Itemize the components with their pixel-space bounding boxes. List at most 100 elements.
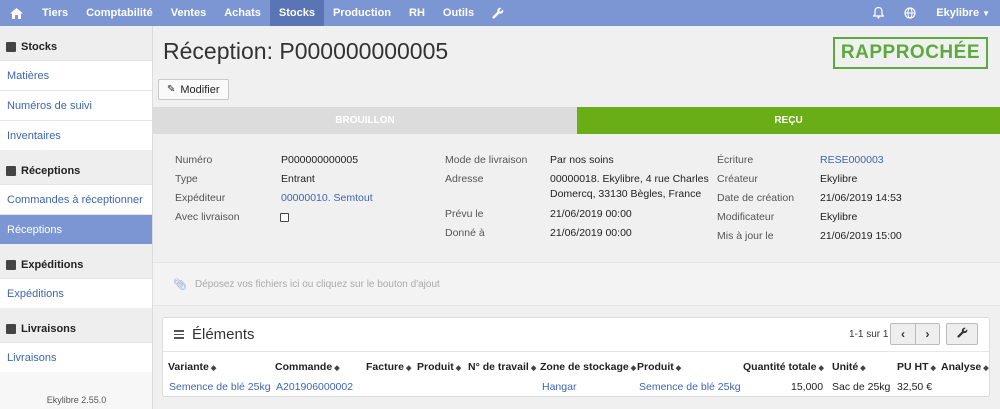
step-recu[interactable]: REÇU — [577, 107, 1000, 134]
table-settings-button[interactable] — [946, 323, 978, 345]
field-value-donne-a: 21/06/2019 00:00 — [550, 227, 632, 239]
column-header-produit-2[interactable]: Produit ◆ — [637, 361, 681, 373]
paperclip-icon: 📎︎ — [173, 278, 187, 291]
nav-outils[interactable]: Outils — [434, 0, 483, 26]
column-header-n-travail[interactable]: N° de travail ◆ — [468, 361, 536, 373]
column-header-analyse[interactable]: Analyse ◆ — [941, 361, 989, 373]
home-icon[interactable] — [0, 0, 33, 26]
pagination-buttons: ‹ › — [890, 323, 940, 345]
field-label-modificateur: Modificateur — [717, 211, 775, 223]
sidebar-item-inventaires[interactable]: Inventaires — [0, 120, 152, 150]
cell-pu-ht: 32,50 € — [897, 381, 933, 393]
field-value-mode-livraison: Par nos soins — [550, 154, 614, 166]
pagination-info: 1-1 sur 1 — [849, 329, 889, 340]
truck-icon — [6, 260, 16, 270]
column-header-unite[interactable]: Unité ◆ — [832, 361, 866, 373]
column-header-produit[interactable]: Produit ◆ — [417, 361, 461, 373]
field-value-type: Entrant — [281, 173, 315, 185]
field-value-date-creation: 21/06/2019 14:53 — [820, 192, 902, 204]
wrench-icon[interactable] — [483, 0, 513, 26]
avec-livraison-checkbox[interactable] — [280, 213, 289, 222]
sidebar-item-expeditions[interactable]: Expéditions — [0, 278, 152, 308]
nav-ventes[interactable]: Ventes — [162, 0, 215, 26]
main-content: Réception: P000000000005 RAPPROCHÉE ✎ Mo… — [153, 26, 1000, 409]
column-header-variante[interactable]: Variante ◆ — [168, 361, 216, 373]
field-value-modificateur: Ekylibre — [820, 211, 858, 223]
nav-stocks[interactable]: Stocks — [269, 0, 324, 26]
dropzone-text: Déposez vos fichiers ici ou cliquez sur … — [194, 278, 440, 290]
elements-panel-header: Éléments 1-1 sur 1 ‹ › — [163, 318, 989, 352]
field-value-ecriture-link[interactable]: RESE000003 — [820, 154, 884, 166]
nav-comptabilite[interactable]: Comptabilité — [77, 0, 162, 26]
sidebar-item-matieres[interactable]: Matières — [0, 60, 152, 90]
step-brouillon[interactable]: BROUILLON — [153, 107, 577, 134]
chevron-down-icon: ▼ — [982, 8, 990, 18]
cell-produit-link[interactable]: Semence de blé 25kg — [639, 381, 741, 393]
field-value-expediteur-link[interactable]: 00000010. Semtout — [281, 192, 373, 204]
divider — [0, 26, 152, 34]
column-header-pu-ht[interactable]: PU HT ◆ — [897, 361, 936, 373]
state-progress: BROUILLON REÇU — [153, 107, 1000, 134]
cell-variante-link[interactable]: Semence de blé 25kg — [169, 381, 271, 393]
cell-unite: Sac de 25kg — [832, 381, 891, 393]
field-label-mis-a-jour: Mis à jour le — [717, 230, 774, 242]
divider — [0, 150, 152, 158]
sidebar-section-livraisons: Livraisons — [0, 316, 152, 342]
pencil-icon: ✎ — [167, 84, 176, 95]
field-label-ecriture: Écriture — [717, 154, 754, 166]
user-menu[interactable]: Ekylibre ▼ — [926, 0, 1000, 26]
field-value-numero: P000000000005 — [281, 154, 359, 166]
globe-icon[interactable] — [894, 0, 926, 26]
sidebar-section-label: Expéditions — [21, 259, 84, 271]
column-header-facture[interactable]: Facture ◆ — [366, 361, 411, 373]
sidebar-section-label: Livraisons — [21, 323, 77, 335]
previous-page-button[interactable]: ‹ — [891, 324, 915, 344]
details-panel: Numéro P000000000005 Type Entrant Expédi… — [153, 134, 1000, 254]
sidebar-item-livraisons[interactable]: Livraisons — [0, 342, 152, 372]
sidebar-item-numeros-suivi[interactable]: Numéros de suivi — [0, 90, 152, 120]
field-label-prevu-le: Prévu le — [445, 208, 484, 220]
field-label-expediteur: Expéditeur — [175, 192, 226, 204]
cell-zone-stockage-link[interactable]: Hangar — [542, 381, 576, 393]
column-header-zone-stockage[interactable]: Zone de stockage ◆ — [540, 361, 636, 373]
field-value-mis-a-jour: 21/06/2019 15:00 — [820, 230, 902, 242]
modify-button[interactable]: ✎ Modifier — [158, 79, 229, 100]
field-label-mode-livraison: Mode de livraison — [445, 154, 528, 166]
cell-commande-link[interactable]: A201906000002 — [276, 381, 353, 393]
page-title: Réception: P000000000005 — [163, 38, 449, 64]
field-label-donne-a: Donné à — [445, 227, 485, 239]
list-icon — [174, 330, 184, 339]
file-dropzone[interactable]: 📎︎ Déposez vos fichiers ici ou cliquez s… — [153, 262, 1000, 306]
column-header-commande[interactable]: Commande ◆ — [275, 361, 340, 373]
field-label-type: Type — [175, 173, 198, 185]
nav-achats[interactable]: Achats — [215, 0, 270, 26]
field-value-adresse-line1: 00000018. Ekylibre, 4 rue Charles — [550, 173, 709, 185]
bell-icon[interactable] — [863, 0, 894, 26]
truck-icon — [6, 324, 16, 334]
app-version: Ekylibre 2.55.0 — [46, 395, 107, 405]
sidebar-item-commandes[interactable]: Commandes à réceptionner — [0, 184, 152, 214]
truck-icon — [6, 166, 16, 176]
nav-rh[interactable]: RH — [400, 0, 434, 26]
nav-production[interactable]: Production — [324, 0, 400, 26]
field-value-prevu-le: 21/06/2019 00:00 — [550, 208, 632, 220]
top-navbar: Tiers Comptabilité Ventes Achats Stocks … — [0, 0, 1000, 26]
wrench-icon — [956, 327, 968, 341]
nav-tiers[interactable]: Tiers — [33, 0, 77, 26]
stocks-icon — [6, 42, 16, 52]
sidebar-section-label: Réceptions — [21, 165, 81, 177]
status-badge: RAPPROCHÉE — [832, 37, 988, 69]
modify-button-label: Modifier — [180, 83, 220, 96]
elements-title: Éléments — [192, 326, 255, 343]
field-label-adresse: Adresse — [445, 173, 484, 185]
column-header-quantite-totale[interactable]: Quantité totale ◆ — [743, 361, 824, 373]
sidebar-item-receptions[interactable]: Réceptions — [0, 214, 152, 244]
cell-quantite-totale: 15,000 — [791, 381, 824, 393]
sidebar-section-label: Stocks — [21, 41, 58, 53]
next-page-button[interactable]: › — [915, 324, 939, 344]
field-value-createur: Ekylibre — [820, 173, 858, 185]
sidebar-section-receptions: Réceptions — [0, 158, 152, 184]
divider — [0, 244, 152, 252]
field-label-date-creation: Date de création — [717, 192, 795, 204]
sidebar-section-stocks: Stocks — [0, 34, 152, 60]
